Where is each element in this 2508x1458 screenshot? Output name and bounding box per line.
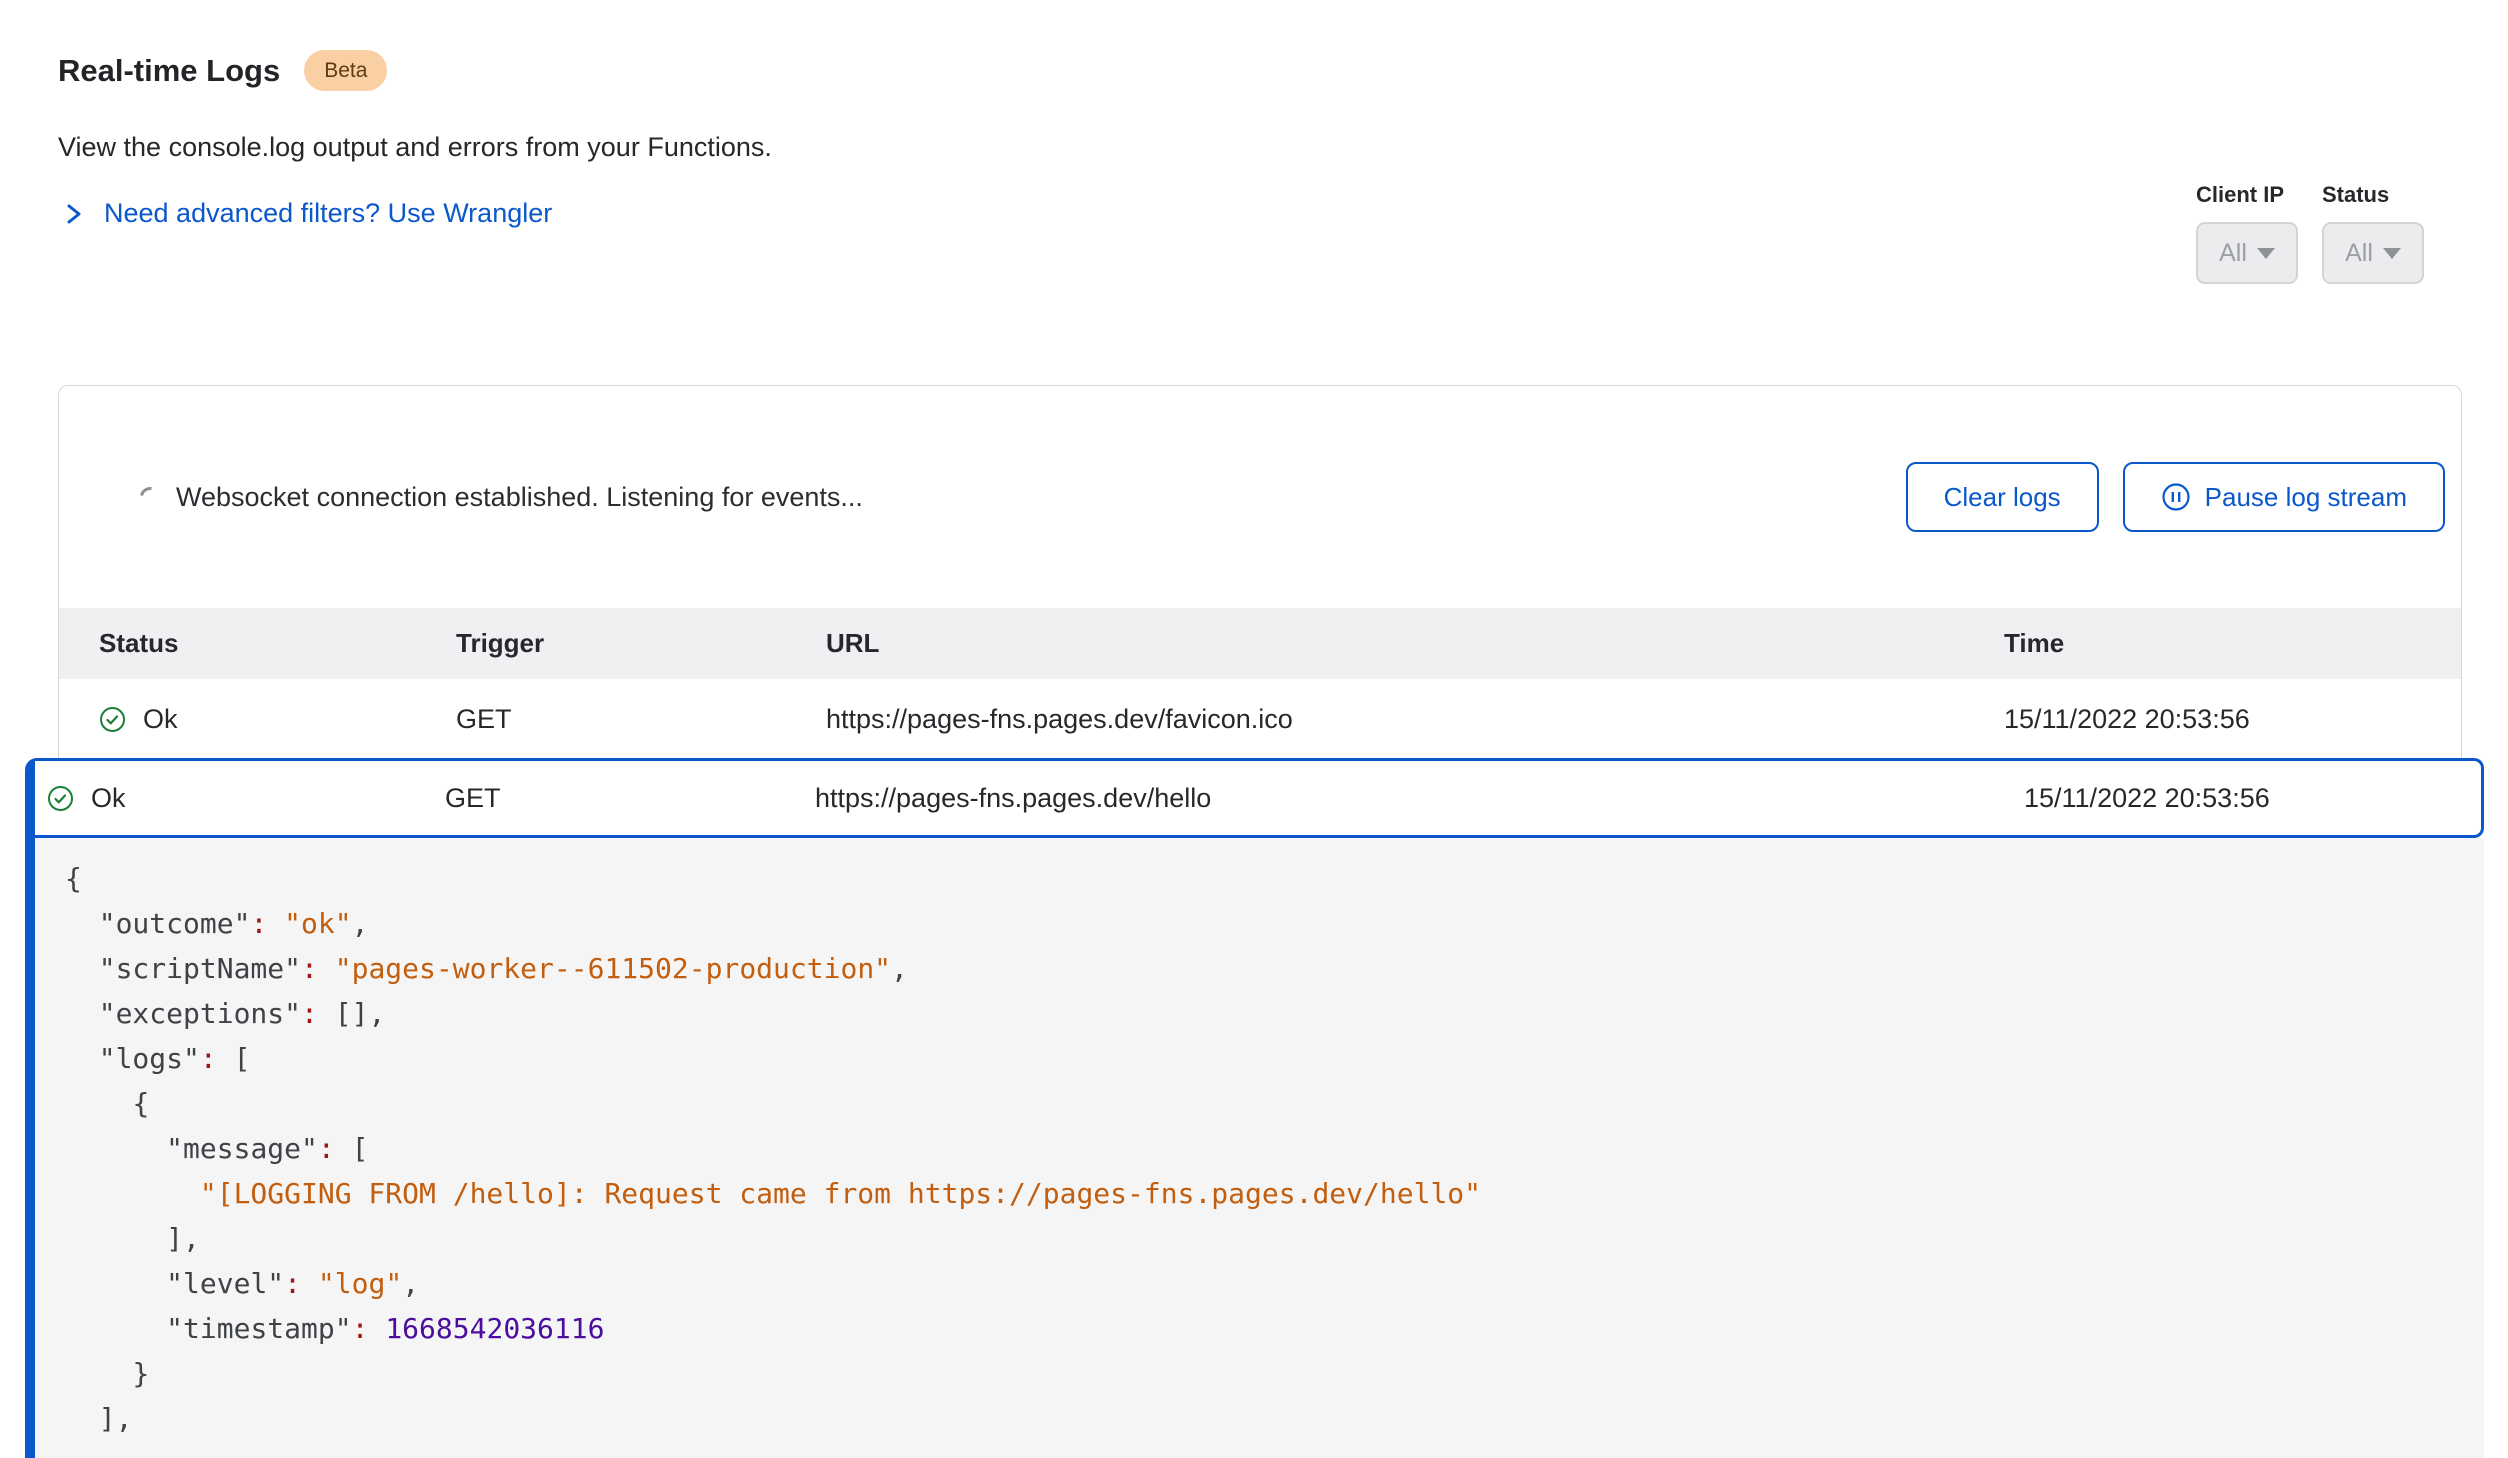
table-header: Status Trigger URL Time [59, 608, 2461, 679]
filter-client-ip: Client IP All [2196, 182, 2298, 284]
expanded-table-row[interactable]: Ok GET https://pages-fns.pages.dev/hello… [35, 758, 2484, 838]
expanded-row-status-text: Ok [91, 783, 126, 814]
caret-down-icon [2383, 248, 2401, 259]
client-ip-dropdown[interactable]: All [2196, 222, 2298, 284]
websocket-status-message: Websocket connection established. Listen… [176, 482, 863, 513]
title-row: Real-time Logs Beta [58, 50, 387, 91]
page-header: Real-time Logs Beta [58, 50, 387, 91]
expanded-row-status-cell: Ok [35, 783, 445, 814]
status-label: Status [2322, 182, 2389, 208]
clear-logs-button[interactable]: Clear logs [1906, 462, 2099, 532]
success-check-icon [99, 706, 126, 733]
spinner-icon [136, 483, 164, 511]
page-subtitle: View the console.log output and errors f… [58, 132, 772, 163]
log-json-output: { "outcome": "ok", "scriptName": "pages-… [65, 856, 2454, 1441]
chevron-right-icon [64, 200, 84, 228]
logs-toolbar: Websocket connection established. Listen… [59, 386, 2461, 608]
expanded-row-trigger-cell: GET [445, 783, 815, 814]
filters: Client IP All Status All [2196, 182, 2424, 284]
toolbar-buttons: Clear logs Pause log stream [1906, 462, 2445, 532]
row-time-cell: 15/11/2022 20:53:56 [2004, 704, 2461, 735]
filter-status: Status All [2322, 182, 2424, 284]
expanded-row-url-cell: https://pages-fns.pages.dev/hello [815, 783, 2024, 814]
row-status-cell: Ok [59, 704, 456, 735]
client-ip-value: All [2219, 239, 2247, 268]
status-value: All [2345, 239, 2373, 268]
expanded-log-entry: Ok GET https://pages-fns.pages.dev/hello… [25, 758, 2484, 1458]
beta-badge: Beta [304, 50, 387, 91]
row-url-cell: https://pages-fns.pages.dev/favicon.ico [826, 704, 2004, 735]
table-row[interactable]: Ok GET https://pages-fns.pages.dev/favic… [59, 679, 2461, 759]
wrangler-link[interactable]: Need advanced filters? Use Wrangler [104, 198, 552, 229]
caret-down-icon [2257, 248, 2275, 259]
row-trigger-cell: GET [456, 704, 826, 735]
wrangler-link-row[interactable]: Need advanced filters? Use Wrangler [64, 198, 552, 229]
pause-log-stream-button[interactable]: Pause log stream [2123, 462, 2445, 532]
log-detail-panel: { "outcome": "ok", "scriptName": "pages-… [35, 838, 2484, 1458]
column-header-status: Status [59, 628, 456, 659]
success-check-icon [47, 785, 74, 812]
column-header-trigger: Trigger [456, 628, 826, 659]
realtime-logs-page: { "page": { "title": "Real-time Logs", "… [0, 0, 2508, 1434]
logs-card: Websocket connection established. Listen… [58, 385, 2462, 758]
page-title: Real-time Logs [58, 53, 280, 89]
client-ip-label: Client IP [2196, 182, 2284, 208]
pause-circle-icon [2161, 482, 2191, 512]
expanded-row-time-cell: 15/11/2022 20:53:56 [2024, 783, 2481, 814]
column-header-url: URL [826, 628, 2004, 659]
pause-log-stream-label: Pause log stream [2205, 482, 2407, 513]
status-dropdown[interactable]: All [2322, 222, 2424, 284]
column-header-time: Time [2004, 628, 2461, 659]
clear-logs-label: Clear logs [1944, 482, 2061, 513]
row-status-text: Ok [143, 704, 178, 735]
